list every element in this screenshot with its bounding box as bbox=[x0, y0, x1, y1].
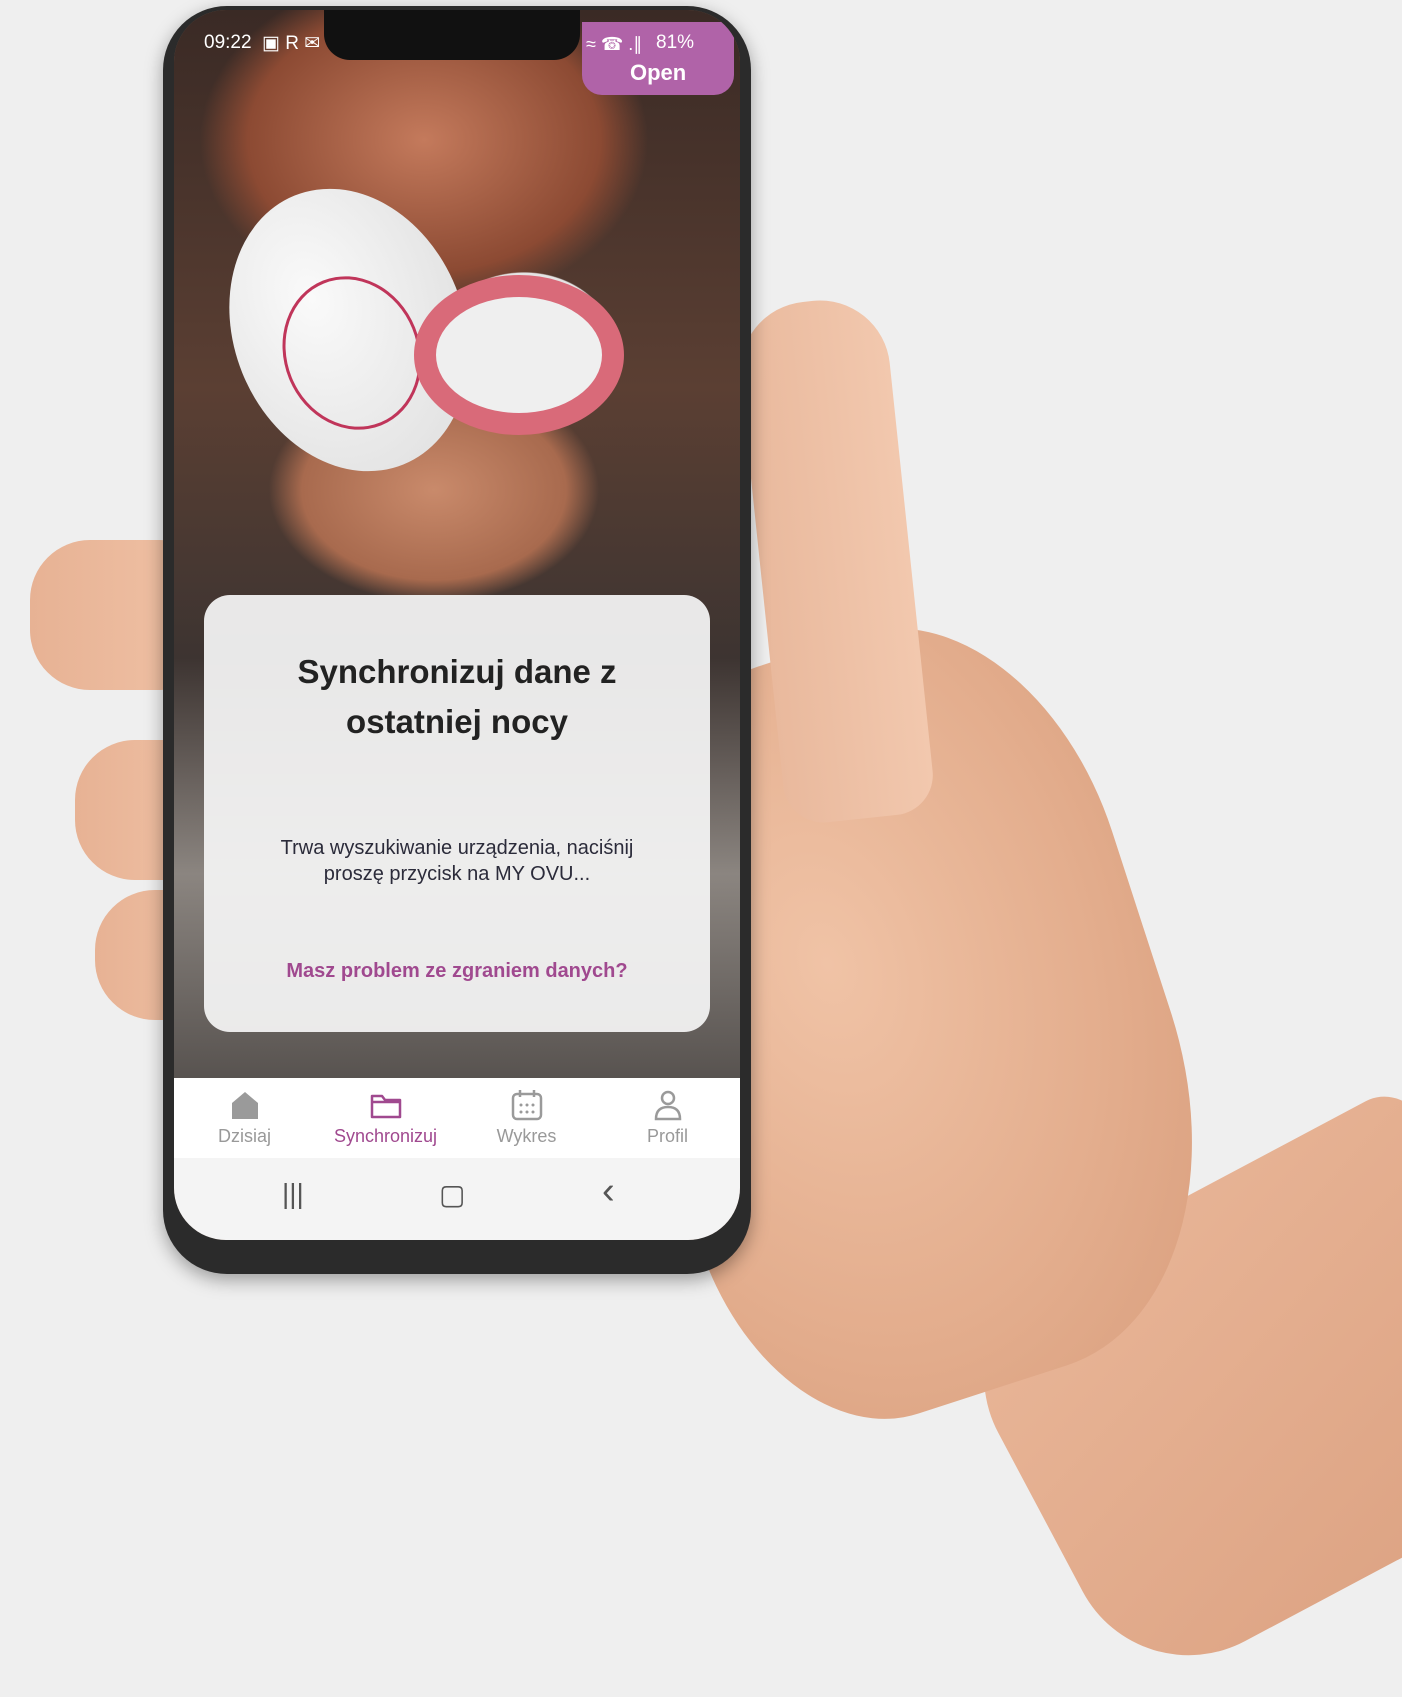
tab-label-wykres: Wykres bbox=[496, 1126, 557, 1146]
sync-help-link[interactable]: Masz problem ze zgraniem danych? bbox=[224, 960, 690, 983]
sync-title-line1: Synchronizuj dane z bbox=[297, 653, 617, 690]
status-right-icons: ≈ ☎ .∥ bbox=[586, 34, 643, 54]
system-nav-bar: ||| ▢ ‹ bbox=[174, 1158, 740, 1240]
tab-wykres[interactable]: Wykres bbox=[456, 1078, 597, 1158]
sync-message-line1: Trwa wyszukiwanie urządzenia, naciśnij bbox=[280, 837, 634, 859]
sync-message: Trwa wyszukiwanie urządzenia, naciśnij p… bbox=[244, 835, 670, 887]
tab-label-profil: Profil bbox=[646, 1126, 688, 1146]
tab-dzisiaj[interactable]: Dzisiaj bbox=[174, 1078, 315, 1158]
open-badge[interactable]: ≈ ☎ .∥ 81% Open bbox=[582, 22, 734, 95]
calendar-icon bbox=[510, 1088, 544, 1127]
status-left-icons: ▣ R ✉ bbox=[262, 33, 321, 54]
battery-level: 81% bbox=[656, 32, 695, 53]
back-button[interactable]: ‹ bbox=[602, 1170, 615, 1213]
phone-screen: 09:22 ▣ R ✉ ≈ ☎ .∥ 81% Open Synchronizuj… bbox=[174, 10, 740, 1240]
sync-title: Synchronizuj dane z ostatniej nocy bbox=[224, 647, 690, 747]
home-icon bbox=[228, 1088, 262, 1127]
tab-label-dzisiaj: Dzisiaj bbox=[217, 1126, 271, 1146]
sync-card: Synchronizuj dane z ostatniej nocy Trwa … bbox=[204, 595, 710, 1032]
folder-icon bbox=[369, 1088, 403, 1127]
device-case bbox=[414, 275, 624, 435]
tab-profil[interactable]: Profil bbox=[597, 1078, 738, 1158]
camera-notch bbox=[324, 10, 580, 60]
recents-button[interactable]: ||| bbox=[282, 1178, 304, 1210]
sync-message-line2: proszę przycisk na MY OVU... bbox=[323, 863, 591, 885]
sync-title-line2: ostatniej nocy bbox=[346, 703, 568, 740]
open-label: Open bbox=[630, 60, 687, 85]
product-scene: 09:22 ▣ R ✉ ≈ ☎ .∥ 81% Open Synchronizuj… bbox=[0, 0, 1402, 1697]
user-icon bbox=[651, 1088, 685, 1127]
tab-synchronizuj[interactable]: Synchronizuj bbox=[315, 1078, 456, 1158]
home-button[interactable]: ▢ bbox=[439, 1178, 465, 1211]
bottom-tab-bar: Dzisiaj Synchronizuj Wykres Profil bbox=[174, 1078, 740, 1158]
status-time: 09:22 bbox=[204, 32, 252, 53]
tab-label-synchronizuj: Synchronizuj bbox=[333, 1126, 438, 1146]
